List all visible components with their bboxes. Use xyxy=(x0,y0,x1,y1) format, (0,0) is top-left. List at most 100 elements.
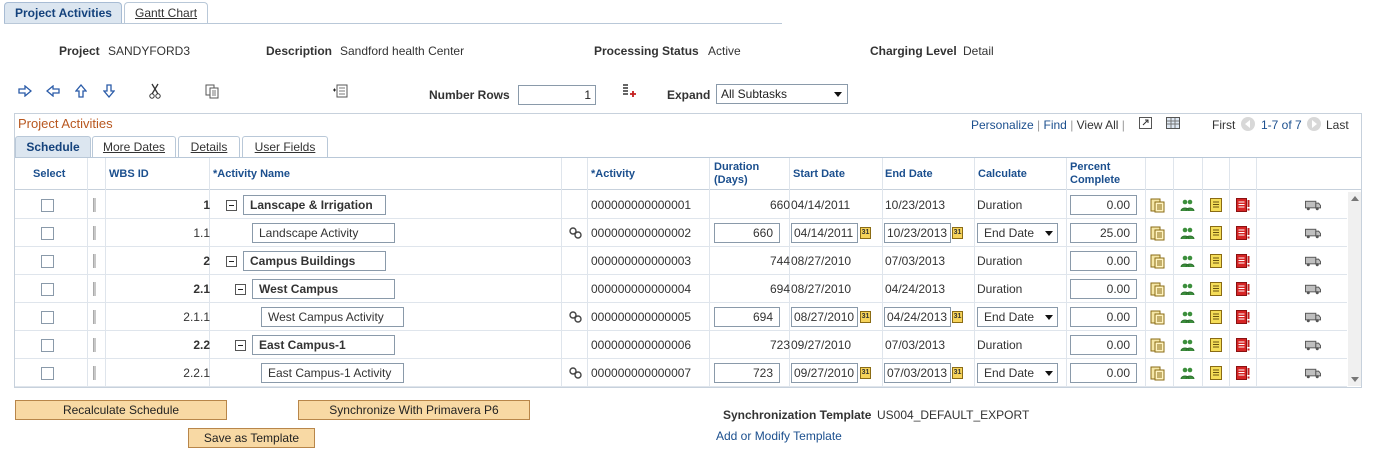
personalize-link[interactable]: Personalize xyxy=(971,118,1034,132)
prev-page-icon[interactable] xyxy=(1241,117,1255,131)
row-select-checkbox[interactable] xyxy=(41,254,54,268)
document-icon[interactable] xyxy=(1208,365,1224,381)
row-select-checkbox[interactable] xyxy=(41,338,54,352)
percent-complete-input[interactable]: 0.00 xyxy=(1070,251,1137,271)
col-end-date[interactable]: End Date xyxy=(881,158,969,190)
notes-icon[interactable] xyxy=(1149,281,1165,297)
number-rows-input[interactable]: 1 xyxy=(518,85,596,105)
add-modify-template-link[interactable]: Add or Modify Template xyxy=(716,429,842,443)
calendar-icon[interactable]: 31 xyxy=(952,227,963,239)
move-up-icon[interactable] xyxy=(72,82,90,100)
save-as-template-button[interactable]: Save as Template xyxy=(188,428,315,448)
document-icon[interactable] xyxy=(1208,253,1224,269)
tab-schedule[interactable]: Schedule xyxy=(15,136,91,157)
add-rows-icon[interactable] xyxy=(620,82,638,100)
link-activity-icon[interactable] xyxy=(568,225,584,241)
grid-scrollbar[interactable] xyxy=(1348,192,1361,386)
duration-input[interactable]: 694 xyxy=(714,307,780,327)
activity-name-input[interactable]: East Campus-1 Activity xyxy=(261,363,404,383)
percent-complete-input[interactable]: 25.00 xyxy=(1070,223,1137,243)
document-icon[interactable] xyxy=(1208,337,1224,353)
truck-icon[interactable] xyxy=(1305,365,1321,381)
synchronize-primavera-button[interactable]: Synchronize With Primavera P6 xyxy=(298,400,530,420)
team-members-icon[interactable] xyxy=(1179,253,1195,269)
end-date-input[interactable]: 10/23/2013 xyxy=(884,223,951,243)
col-calculate[interactable]: Calculate xyxy=(974,158,1062,190)
calendar-icon[interactable]: 31 xyxy=(952,311,963,323)
notes-icon[interactable] xyxy=(1149,337,1165,353)
col-start-date[interactable]: Start Date xyxy=(789,158,877,190)
percent-complete-input[interactable]: 0.00 xyxy=(1070,195,1137,215)
percent-complete-input[interactable]: 0.00 xyxy=(1070,363,1137,383)
activity-name-input[interactable]: East Campus-1 xyxy=(252,335,395,355)
truck-icon[interactable] xyxy=(1305,197,1321,213)
view-all-link[interactable]: View All xyxy=(1077,118,1119,132)
move-down-icon[interactable] xyxy=(100,82,118,100)
col-wbs-id[interactable]: WBS ID xyxy=(105,158,195,190)
activity-name-input[interactable]: West Campus Activity xyxy=(261,307,404,327)
team-members-icon[interactable] xyxy=(1179,225,1195,241)
collapse-icon[interactable] xyxy=(226,255,237,267)
zoom-grid-icon[interactable] xyxy=(1139,117,1153,133)
document-icon[interactable] xyxy=(1208,197,1224,213)
row-drag-handle[interactable] xyxy=(93,366,96,380)
activity-name-input[interactable]: Campus Buildings xyxy=(243,251,386,271)
link-activity-icon[interactable] xyxy=(568,309,584,325)
row-select-checkbox[interactable] xyxy=(41,310,54,324)
scroll-down-icon[interactable] xyxy=(1351,377,1359,382)
calculate-select[interactable]: End Date xyxy=(977,223,1058,243)
start-date-input[interactable]: 09/27/2010 xyxy=(791,363,858,383)
row-drag-handle[interactable] xyxy=(93,282,96,296)
copy-icon[interactable] xyxy=(203,82,221,100)
team-members-icon[interactable] xyxy=(1179,281,1195,297)
team-members-icon[interactable] xyxy=(1179,337,1195,353)
notes-icon[interactable] xyxy=(1149,253,1165,269)
collapse-icon[interactable] xyxy=(226,199,237,211)
team-members-icon[interactable] xyxy=(1179,309,1195,325)
calculate-select[interactable]: End Date xyxy=(977,363,1058,383)
col-percent-complete[interactable]: Percent Complete xyxy=(1066,158,1138,190)
outdent-left-icon[interactable] xyxy=(44,82,62,100)
row-drag-handle[interactable] xyxy=(93,310,96,324)
tab-project-activities[interactable]: Project Activities xyxy=(4,2,122,24)
calculate-select[interactable]: End Date xyxy=(977,307,1058,327)
collapse-icon[interactable] xyxy=(235,339,246,351)
activity-name-input[interactable]: Lanscape & Irrigation xyxy=(243,195,386,215)
row-drag-handle[interactable] xyxy=(93,254,96,268)
truck-icon[interactable] xyxy=(1305,253,1321,269)
notes-icon[interactable] xyxy=(1149,225,1165,241)
start-date-input[interactable]: 08/27/2010 xyxy=(791,307,858,327)
download-grid-icon[interactable] xyxy=(1166,117,1180,132)
calendar-icon[interactable]: 31 xyxy=(860,227,871,239)
col-activity-name[interactable]: *Activity Name xyxy=(209,158,549,190)
activity-name-input[interactable]: West Campus xyxy=(252,279,395,299)
col-duration[interactable]: Duration (Days) xyxy=(710,158,782,190)
team-members-icon[interactable] xyxy=(1179,365,1195,381)
duration-input[interactable]: 660 xyxy=(714,223,780,243)
truck-icon[interactable] xyxy=(1305,337,1321,353)
truck-icon[interactable] xyxy=(1305,225,1321,241)
alert-document-icon[interactable] xyxy=(1235,337,1251,353)
alert-document-icon[interactable] xyxy=(1235,309,1251,325)
calendar-icon[interactable]: 31 xyxy=(860,367,871,379)
notes-icon[interactable] xyxy=(1149,197,1165,213)
row-drag-handle[interactable] xyxy=(93,226,96,240)
end-date-input[interactable]: 04/24/2013 xyxy=(884,307,951,327)
row-drag-handle[interactable] xyxy=(93,198,96,212)
tab-gantt-chart[interactable]: Gantt Chart xyxy=(124,2,208,24)
notes-icon[interactable] xyxy=(1149,365,1165,381)
row-select-checkbox[interactable] xyxy=(41,366,54,380)
find-link[interactable]: Find xyxy=(1044,118,1067,132)
expand-select[interactable]: All Subtasks xyxy=(716,84,848,104)
indent-right-icon[interactable] xyxy=(16,82,34,100)
alert-document-icon[interactable] xyxy=(1235,253,1251,269)
next-page-icon[interactable] xyxy=(1307,117,1321,131)
percent-complete-input[interactable]: 0.00 xyxy=(1070,335,1137,355)
row-select-checkbox[interactable] xyxy=(41,198,54,212)
cut-icon[interactable] xyxy=(146,82,164,100)
document-icon[interactable] xyxy=(1208,225,1224,241)
insert-row-icon[interactable] xyxy=(331,82,349,100)
document-icon[interactable] xyxy=(1208,281,1224,297)
calendar-icon[interactable]: 31 xyxy=(952,367,963,379)
col-select[interactable]: Select xyxy=(29,158,89,190)
